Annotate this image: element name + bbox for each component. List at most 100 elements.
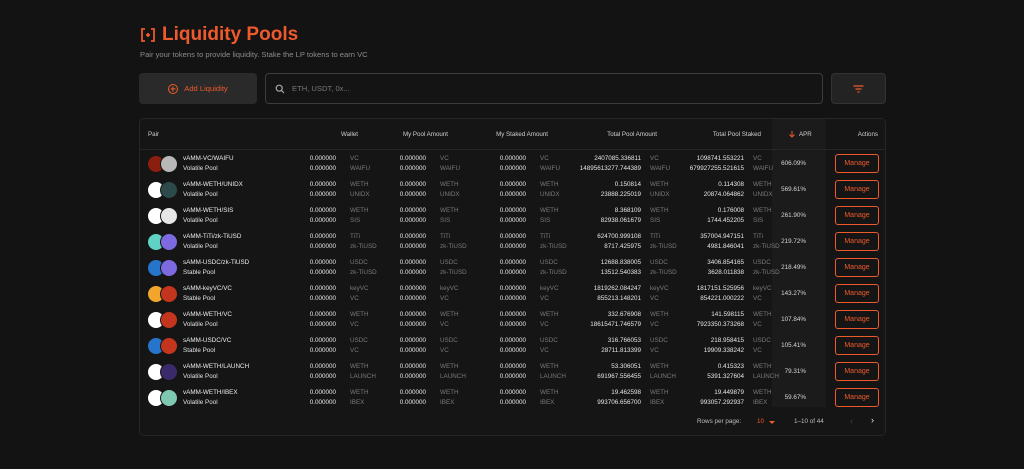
apr-value: 219.72% [781, 238, 806, 245]
col-apr[interactable]: APR [799, 131, 812, 138]
mystaked-value: 0.000000 [499, 233, 526, 240]
wallet-unit: WETH [350, 363, 369, 370]
table-row: vAMM-WETH/SIS Volatile Pool 0.000000 WETH 0.… [140, 203, 885, 229]
wallet-value: 0.000000 [309, 311, 336, 318]
col-pair[interactable]: Pair [148, 131, 159, 138]
mypool-value: 0.000000 [399, 155, 426, 162]
mystaked-value: 0.000000 [499, 243, 526, 250]
mystaked-value: 0.000000 [499, 399, 526, 406]
manage-button[interactable]: Manage [835, 388, 879, 407]
wallet-unit: VC [350, 321, 359, 328]
totalpool-value: 8.368109 [614, 207, 641, 214]
wallet-value: 0.000000 [309, 259, 336, 266]
search-box[interactable] [265, 73, 823, 104]
wallet-value: 0.000000 [309, 399, 336, 406]
chevron-down-icon[interactable] [769, 421, 775, 424]
mypool-value: 0.000000 [399, 363, 426, 370]
wallet-unit: UNIDX [350, 191, 370, 198]
totalstaked-unit: WETH [753, 181, 772, 188]
token-b-icon [160, 311, 178, 329]
mystaked-value: 0.000000 [499, 259, 526, 266]
token-b-icon [160, 233, 178, 251]
totalpool-value: 316.766053 [607, 337, 641, 344]
rows-per-page-label: Rows per page: [697, 418, 742, 425]
manage-button[interactable]: Manage [835, 336, 879, 355]
search-input[interactable] [292, 84, 692, 93]
mystaked-value: 0.000000 [499, 155, 526, 162]
totalstaked-value: 1817151.525956 [696, 285, 744, 292]
manage-button[interactable]: Manage [835, 258, 879, 277]
wallet-value: 0.000000 [309, 233, 336, 240]
totalstaked-value: 19909.338242 [703, 347, 744, 354]
mypool-value: 0.000000 [399, 243, 426, 250]
pool-type: Volatile Pool [183, 217, 218, 224]
pair-name: vAMM-WETH/LAUNCH [183, 363, 250, 370]
manage-button[interactable]: Manage [835, 206, 879, 225]
mypool-unit: WETH [440, 389, 459, 396]
pair-name: vAMM-WETH/SIS [183, 207, 234, 214]
rows-per-page-select[interactable]: 10 [757, 418, 764, 425]
pair-name: vAMM-TiTi/zk-TiUSD [183, 233, 242, 240]
token-b-icon [160, 285, 178, 303]
toolbar: Add Liquidity [139, 73, 886, 104]
table-row: vAMM-WETH/UNIDX Volatile Pool 0.000000 WETH… [140, 177, 885, 203]
mystaked-unit: WETH [540, 389, 559, 396]
manage-button[interactable]: Manage [835, 284, 879, 303]
totalstaked-unit: UNIDX [753, 191, 773, 198]
mypool-value: 0.000000 [399, 217, 426, 224]
totalpool-value: 8717.425975 [604, 243, 641, 250]
mypool-value: 0.000000 [399, 295, 426, 302]
col-wallet[interactable]: Wallet [308, 131, 358, 138]
mypool-value: 0.000000 [399, 321, 426, 328]
pair-icons [147, 154, 179, 174]
mypool-unit: UNIDX [440, 191, 460, 198]
pair-name: vAMM-WETH/UNIDX [183, 181, 243, 188]
token-b-icon [160, 363, 178, 381]
mystaked-unit: WETH [540, 207, 559, 214]
totalstaked-unit: VC [753, 155, 762, 162]
manage-button[interactable]: Manage [835, 154, 879, 173]
wallet-unit: WETH [350, 181, 369, 188]
col-total-staked[interactable]: Total Pool Staked [681, 131, 761, 138]
totalpool-value: 2407085.336811 [594, 155, 641, 162]
mypool-unit: WETH [440, 207, 459, 214]
token-b-icon [160, 337, 178, 355]
manage-button[interactable]: Manage [835, 362, 879, 381]
mystaked-unit: zk-TiUSD [540, 269, 567, 276]
manage-button[interactable]: Manage [835, 180, 879, 199]
mystaked-value: 0.000000 [499, 207, 526, 214]
totalpool-value: 28711.813399 [601, 347, 641, 354]
col-my-pool[interactable]: My Pool Amount [378, 131, 448, 138]
filter-button[interactable] [831, 73, 886, 104]
manage-button[interactable]: Manage [835, 232, 879, 251]
pair-name: vAMM-WETH/IBEX [183, 389, 238, 396]
add-circle-icon [168, 83, 179, 94]
totalpool-unit: WETH [650, 181, 669, 188]
mystaked-value: 0.000000 [499, 165, 526, 172]
page-header: Liquidity Pools Pair your tokens to prov… [140, 24, 368, 59]
search-icon [275, 84, 285, 93]
pair-icons [147, 310, 179, 330]
mystaked-value: 0.000000 [499, 389, 526, 396]
sort-arrow-down-icon[interactable] [789, 131, 795, 138]
wallet-value: 0.000000 [309, 181, 336, 188]
col-my-staked[interactable]: My Staked Amount [468, 131, 548, 138]
add-liquidity-label: Add Liquidity [184, 84, 228, 93]
totalstaked-value: 19.449879 [714, 389, 744, 396]
add-liquidity-button[interactable]: Add Liquidity [139, 73, 257, 104]
chevron-right-icon[interactable]: › [871, 415, 874, 425]
table-row: sAMM-USDC/VC Stable Pool 0.000000 USDC 0.000… [140, 333, 885, 359]
pair-icons [147, 388, 179, 408]
mypool-value: 0.000000 [399, 389, 426, 396]
pair-name: vAMM-WETH/VC [183, 311, 232, 318]
mystaked-unit: SIS [540, 217, 551, 224]
totalstaked-value: 7923350.373268 [696, 321, 744, 328]
pool-type: Stable Pool [183, 269, 216, 276]
pool-type: Volatile Pool [183, 321, 218, 328]
pools-table: Pair Wallet My Pool Amount My Staked Amo… [139, 118, 886, 436]
col-total-pool[interactable]: Total Pool Amount [577, 131, 657, 138]
manage-button[interactable]: Manage [835, 310, 879, 329]
token-b-icon [160, 155, 178, 173]
chevron-left-icon[interactable]: ‹ [850, 416, 853, 426]
mystaked-unit: WETH [540, 363, 559, 370]
